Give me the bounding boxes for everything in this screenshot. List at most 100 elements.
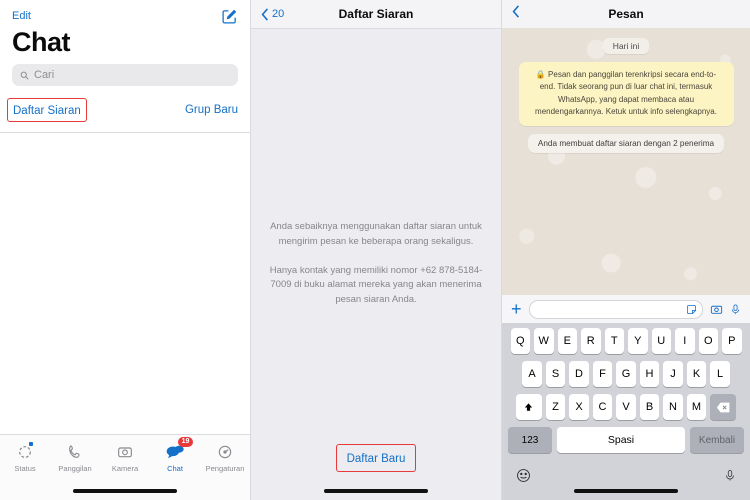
new-list-button[interactable]: Daftar Baru xyxy=(347,453,406,465)
key-p[interactable]: P xyxy=(722,328,742,354)
message-nav-title: Pesan xyxy=(608,7,644,21)
message-nav-bar: Pesan xyxy=(502,0,750,29)
message-compose-bar: + xyxy=(502,295,750,323)
broadcast-empty-state: Anda sebaiknya menggunakan daftar siaran… xyxy=(251,28,501,500)
return-key[interactable]: Kembali xyxy=(690,427,744,453)
key-k[interactable]: K xyxy=(686,361,707,387)
search-placeholder: Cari xyxy=(34,69,55,81)
new-group-link[interactable]: Grup Baru xyxy=(185,104,238,116)
three-panel-screenshot: Edit Chat Cari Daftar Siaran Grup Baru S… xyxy=(0,0,750,500)
edit-button[interactable]: Edit xyxy=(12,10,31,22)
chat-bubbles-icon: 19 xyxy=(166,437,193,462)
bottom-tab-bar: Status Panggilan Kamera 19 Chat Pengatur… xyxy=(0,434,250,500)
key-u[interactable]: U xyxy=(651,328,671,354)
key-i[interactable]: I xyxy=(675,328,695,354)
key-o[interactable]: O xyxy=(698,328,718,354)
key-w[interactable]: W xyxy=(534,328,554,354)
broadcast-nav-bar: 20 Daftar Siaran xyxy=(251,0,501,29)
numeric-key[interactable]: 123 xyxy=(508,427,552,453)
broadcast-list-link-highlight[interactable]: Daftar Siaran xyxy=(7,98,87,122)
new-list-cta-wrap: Daftar Baru xyxy=(251,444,501,472)
key-z[interactable]: Z xyxy=(545,394,566,420)
plus-icon[interactable]: + xyxy=(511,300,522,318)
chat-list-header: Edit Chat Cari Daftar Siaran Grup Baru xyxy=(0,0,250,132)
tab-panggilan-label: Panggilan xyxy=(58,464,92,473)
search-icon xyxy=(20,71,29,80)
microphone-icon[interactable] xyxy=(724,468,736,483)
key-x[interactable]: X xyxy=(569,394,589,420)
tab-status[interactable]: Status xyxy=(0,442,50,473)
new-list-button-highlight[interactable]: Daftar Baru xyxy=(335,444,417,472)
keyboard-row-2: A S D F G H J K L xyxy=(502,361,750,387)
divider xyxy=(0,132,250,133)
key-m[interactable]: M xyxy=(686,394,707,420)
key-b[interactable]: B xyxy=(639,394,660,420)
broadcast-description-2: Hanya kontak yang memiliki nomor +62 878… xyxy=(269,264,483,306)
home-indicator xyxy=(73,489,177,493)
shift-arrow-icon[interactable] xyxy=(515,394,542,420)
key-g[interactable]: G xyxy=(616,361,636,387)
key-t[interactable]: T xyxy=(604,328,624,354)
panel-message-thread: Pesan Hari ini 🔒 Pesan dan panggilan ter… xyxy=(502,0,750,500)
page-title: Chat xyxy=(12,27,71,57)
key-y[interactable]: Y xyxy=(628,328,648,354)
chat-message-area: Hari ini 🔒 Pesan dan panggilan terenkrip… xyxy=(502,28,750,295)
settings-gear-icon xyxy=(217,442,233,462)
key-s[interactable]: S xyxy=(545,361,566,387)
on-screen-keyboard: Q W E R T Y U I O P A S D F G H J K L Z … xyxy=(502,323,750,500)
tab-status-label: Status xyxy=(14,464,36,473)
broadcast-description-1: Anda sebaiknya menggunakan daftar siaran… xyxy=(270,221,482,247)
key-j[interactable]: J xyxy=(663,361,683,387)
panel-chat-list: Edit Chat Cari Daftar Siaran Grup Baru S… xyxy=(0,0,250,500)
compose-square-pencil-icon[interactable] xyxy=(221,8,238,25)
key-v[interactable]: V xyxy=(616,394,636,420)
phone-icon xyxy=(67,442,83,462)
backspace-icon[interactable] xyxy=(710,394,737,420)
back-button[interactable]: 20 xyxy=(261,7,285,21)
tab-chat-label: Chat xyxy=(167,464,183,473)
broadcast-nav-title: Daftar Siaran xyxy=(338,7,414,21)
keyboard-row-1: Q W E R T Y U I O P xyxy=(502,328,750,354)
keyboard-row-4: 123 Spasi Kembali xyxy=(502,427,750,453)
back-button-label: 20 xyxy=(272,8,285,20)
search-input[interactable]: Cari xyxy=(12,64,238,86)
keyboard-bottom-row xyxy=(502,460,750,488)
tab-pengaturan[interactable]: Pengaturan xyxy=(200,442,250,473)
tab-panggilan[interactable]: Panggilan xyxy=(50,442,100,473)
tab-kamera[interactable]: Kamera xyxy=(100,442,150,473)
date-separator: Hari ini xyxy=(602,38,650,54)
home-indicator xyxy=(574,489,678,493)
tab-kamera-label: Kamera xyxy=(111,464,139,473)
system-message-bubble: Anda membuat daftar siaran dengan 2 pene… xyxy=(527,133,725,153)
chevron-left-icon xyxy=(261,7,269,21)
key-l[interactable]: L xyxy=(710,361,730,387)
key-e[interactable]: E xyxy=(557,328,577,354)
status-ring-icon xyxy=(17,442,33,462)
key-n[interactable]: N xyxy=(663,394,683,420)
message-input[interactable] xyxy=(528,299,703,319)
key-r[interactable]: R xyxy=(581,328,601,354)
emoji-smiley-icon[interactable] xyxy=(516,468,531,483)
space-key[interactable]: Spasi xyxy=(557,427,685,453)
encryption-notice-text: Pesan dan panggilan terenkripsi secara e… xyxy=(535,70,717,117)
broadcast-list-link[interactable]: Daftar Siaran xyxy=(13,105,81,117)
microphone-icon[interactable] xyxy=(730,303,741,316)
key-f[interactable]: F xyxy=(592,361,613,387)
camera-icon xyxy=(117,442,133,462)
key-h[interactable]: H xyxy=(639,361,660,387)
chat-list-top-row: Edit xyxy=(12,6,238,26)
key-q[interactable]: Q xyxy=(510,328,530,354)
camera-icon[interactable] xyxy=(710,303,723,316)
key-d[interactable]: D xyxy=(569,361,589,387)
tab-chat[interactable]: 19 Chat xyxy=(150,437,200,473)
encryption-notice-bubble[interactable]: 🔒 Pesan dan panggilan terenkripsi secara… xyxy=(518,62,734,126)
keyboard-row-3: Z X C V B N M xyxy=(502,394,750,420)
chat-list-action-links: Daftar Siaran Grup Baru xyxy=(7,98,238,132)
key-a[interactable]: A xyxy=(522,361,542,387)
home-indicator xyxy=(324,489,428,493)
key-c[interactable]: C xyxy=(592,394,613,420)
panel-broadcast-lists: 20 Daftar Siaran Anda sebaiknya mengguna… xyxy=(250,0,502,500)
sticker-icon[interactable] xyxy=(686,304,697,315)
chat-unread-badge: 19 xyxy=(178,437,193,447)
tab-pengaturan-label: Pengaturan xyxy=(205,464,245,473)
